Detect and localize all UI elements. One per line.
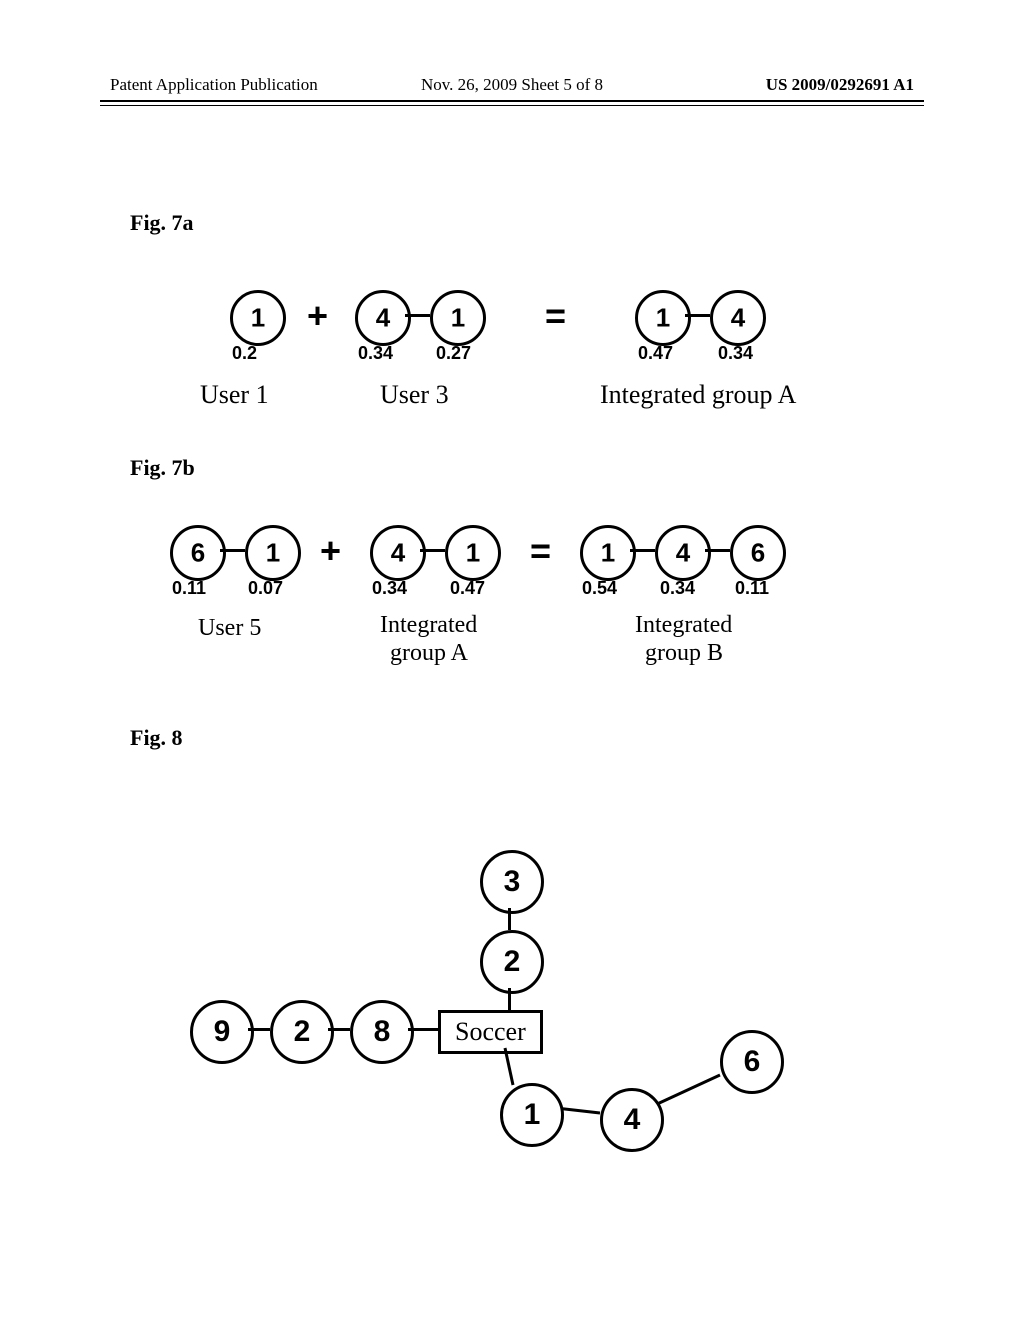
fig8-node4: 4 bbox=[600, 1088, 664, 1152]
fig8-node6: 6 bbox=[720, 1030, 784, 1094]
fig8-node1: 1 bbox=[500, 1083, 564, 1147]
